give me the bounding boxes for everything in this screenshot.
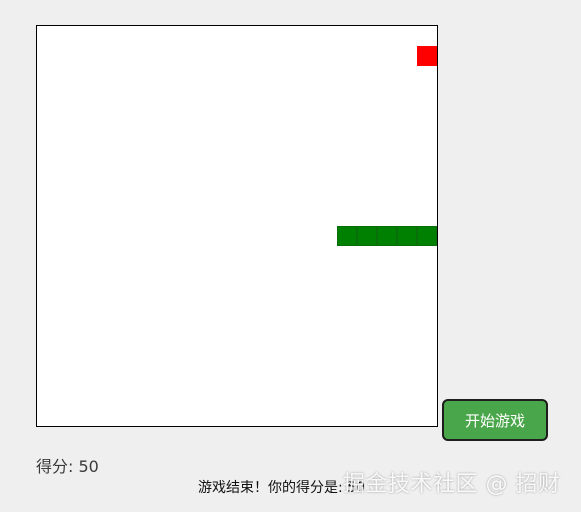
watermark-text: 掘金技术社区 @ 招财 — [343, 472, 561, 497]
start-game-button[interactable]: 开始游戏 — [442, 399, 548, 441]
game-over-message: 游戏结束！你的得分是: 50 — [198, 480, 365, 496]
snake-segment — [337, 226, 357, 246]
snake-segment — [357, 226, 377, 246]
game-board — [36, 25, 438, 427]
snake-segment — [377, 226, 397, 246]
snake-head — [417, 226, 437, 246]
food-item — [417, 46, 437, 66]
snake-segment — [397, 226, 417, 246]
score-label: 得分: 50 — [36, 457, 99, 476]
